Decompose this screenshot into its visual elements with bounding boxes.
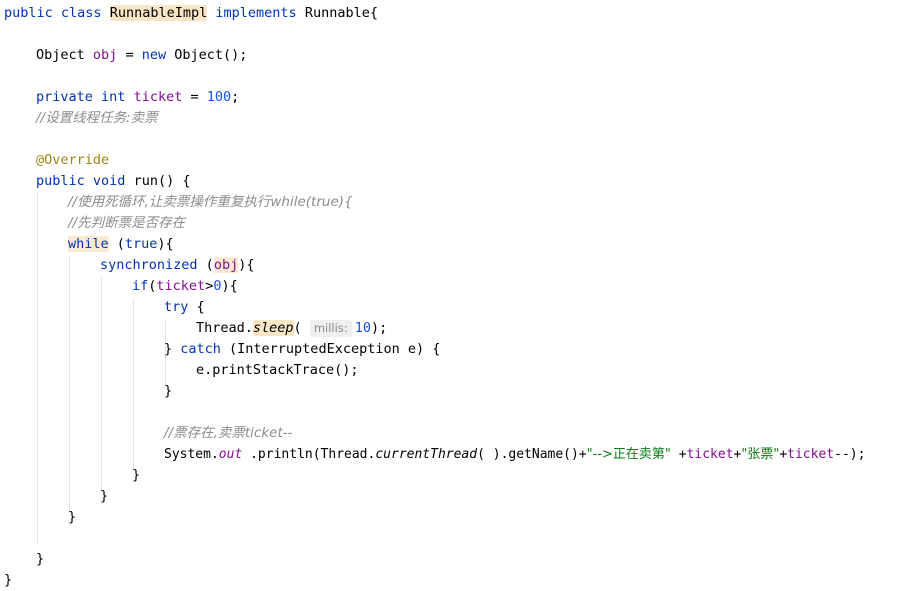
string-literal: "张票" [741, 447, 780, 462]
punctuation: } [164, 341, 181, 357]
keyword: implements [215, 5, 297, 21]
code-line[interactable]: public class RunnableImpl implements Run… [4, 3, 378, 24]
method-call: currentThread [375, 447, 478, 462]
punctuation: { [188, 299, 205, 315]
code-line[interactable]: while (true){ [68, 234, 174, 255]
keyword: synchronized [100, 257, 198, 273]
code-line[interactable]: try { [164, 297, 205, 318]
keyword: public [36, 173, 85, 189]
closing-brace: } [164, 383, 173, 399]
operator: = [182, 89, 207, 105]
constructor-call: Object(); [166, 47, 248, 63]
code-line[interactable]: Object obj = new Object(); [36, 45, 247, 66]
code-line[interactable]: } [68, 507, 76, 528]
method-call: .println(Thread. [242, 447, 376, 462]
comment: //使用死循环,让卖票操作重复执行while(true){ [68, 194, 353, 210]
code-line[interactable]: Thread.sleep( millis: 10); [196, 318, 387, 339]
closing-brace: } [100, 488, 109, 504]
code-line[interactable]: } catch (InterruptedException e) { [164, 339, 440, 360]
punctuation: --); [834, 447, 866, 462]
comment: //设置线程任务:卖票 [36, 110, 158, 126]
keyword: int [101, 89, 126, 105]
comment: //票存在,卖票ticket-- [164, 425, 293, 441]
keyword: while [68, 236, 109, 252]
code-line[interactable]: } [36, 549, 44, 570]
comment: //先判断票是否存在 [68, 215, 186, 231]
field-name: ticket [787, 447, 835, 462]
code-editor[interactable]: public class RunnableImpl implements Run… [0, 0, 907, 591]
number-literal: 100 [206, 89, 232, 105]
punctuation: ( ).getName()+ [477, 447, 587, 462]
catch-clause: (InterruptedException e) { [220, 341, 441, 357]
punctuation: ( [108, 236, 125, 252]
field-name: ticket [133, 89, 183, 105]
number-literal: 10 [354, 320, 371, 336]
code-line[interactable]: } [4, 570, 12, 591]
field-name: obj [92, 47, 118, 63]
code-line[interactable]: private int ticket = 100; [36, 87, 239, 108]
closing-brace: } [132, 467, 141, 483]
method-signature: run() { [125, 173, 191, 189]
code-line[interactable]: public void run() { [36, 171, 190, 192]
operator: + [779, 447, 788, 462]
statement: e.printStackTrace(); [196, 362, 359, 378]
keyword: void [92, 173, 126, 189]
operator: + [670, 447, 687, 462]
punctuation: ( [293, 320, 302, 336]
keyword: class [60, 5, 102, 21]
code-line[interactable]: if(ticket>0){ [132, 276, 238, 297]
keyword: new [141, 47, 167, 63]
code-line[interactable]: //设置线程任务:卖票 [36, 108, 158, 129]
keyword: true [124, 236, 158, 252]
indent-guide [37, 193, 38, 543]
annotation: @Override [36, 152, 110, 168]
code-line[interactable]: @Override [36, 150, 109, 171]
indent-guide [101, 277, 102, 491]
closing-brace: } [68, 509, 77, 525]
code-line[interactable]: } [132, 465, 140, 486]
keyword: public [4, 5, 53, 21]
type-name: Object [36, 47, 85, 63]
code-line[interactable]: e.printStackTrace(); [196, 360, 359, 381]
code-line[interactable]: //先判断票是否存在 [68, 213, 185, 234]
keyword: if [132, 278, 149, 294]
punctuation: ); [370, 320, 388, 336]
punctuation: ){ [238, 257, 255, 273]
class-name: RunnableImpl [109, 5, 208, 21]
closing-brace: } [36, 551, 45, 567]
code-line[interactable]: } [100, 486, 108, 507]
field-name: ticket [686, 447, 734, 462]
indent-guide [133, 298, 134, 470]
code-line[interactable]: //票存在,卖票ticket-- [164, 423, 293, 444]
operator: = [117, 47, 142, 63]
punctuation: ){ [157, 236, 174, 252]
code-line[interactable]: //使用死循环,让卖票操作重复执行while(true){ [68, 192, 353, 213]
code-line[interactable]: } [164, 381, 172, 402]
class-reference: System. [164, 447, 219, 462]
method-call: sleep [252, 320, 294, 336]
code-line[interactable]: synchronized (obj){ [100, 255, 254, 276]
string-literal: "-->正在卖第" [586, 447, 671, 462]
parameter-hint: millis: [309, 320, 352, 337]
keyword: catch [180, 341, 221, 357]
semicolon: ; [231, 89, 240, 105]
punctuation: ( [197, 257, 214, 273]
indent-guide [69, 256, 70, 512]
field-name: ticket [156, 278, 206, 294]
closing-brace: } [4, 572, 13, 588]
class-reference: Thread. [196, 320, 253, 336]
field-name: obj [213, 257, 239, 273]
keyword: try [164, 299, 189, 315]
keyword: private [36, 89, 93, 105]
interface-name: Runnable{ [304, 5, 378, 21]
code-line[interactable]: System.out .println(Thread.currentThread… [164, 444, 865, 465]
static-field: out [218, 447, 243, 462]
punctuation: ){ [221, 278, 238, 294]
